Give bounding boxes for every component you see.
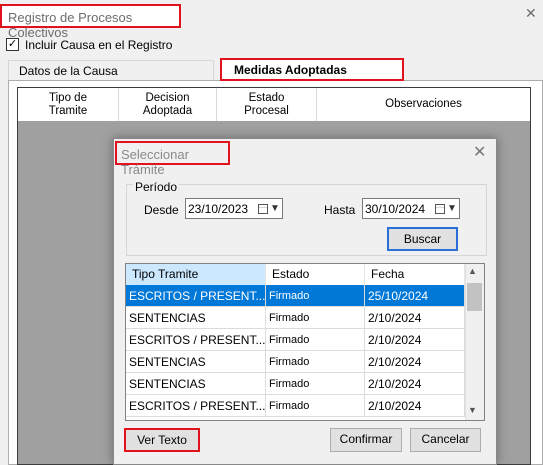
from-label: Desde — [144, 203, 179, 217]
list-rows: ESCRITOS / PRESENT... Firmado 25/10/2024… — [126, 285, 465, 417]
row-tipo: ESCRITOS / PRESENT... — [126, 395, 266, 416]
row-fecha: 2/10/2024 — [365, 395, 465, 416]
search-button[interactable]: Buscar — [387, 227, 458, 251]
grid-header-tipo[interactable]: Tipo de Tramite — [18, 88, 119, 121]
list-row[interactable]: ESCRITOS / PRESENT... Firmado 25/10/2024 — [126, 285, 465, 307]
grid-header: Tipo de Tramite Decision Adoptada Estado… — [18, 88, 530, 121]
tab-medidas-adoptadas[interactable]: Medidas Adoptadas — [220, 58, 404, 81]
list-row[interactable]: SENTENCIAS Firmado 2/10/2024 — [126, 351, 465, 373]
list-row[interactable]: SENTENCIAS Firmado 2/10/2024 — [126, 307, 465, 329]
row-estado: Firmado — [266, 329, 365, 350]
row-fecha: 25/10/2024 — [365, 285, 465, 306]
include-cause-checkbox[interactable]: ✓ — [6, 38, 19, 51]
row-estado: Firmado — [266, 395, 365, 416]
row-tipo: SENTENCIAS — [126, 351, 266, 372]
from-date-picker[interactable]: 23/10/2023 ▼ — [185, 198, 283, 219]
row-tipo: ESCRITOS / PRESENT... — [126, 285, 266, 306]
row-tipo: SENTENCIAS — [126, 307, 266, 328]
row-estado: Firmado — [266, 373, 365, 394]
close-icon[interactable]: ✕ — [525, 5, 537, 22]
list-row[interactable]: ESCRITOS / PRESENT... Firmado 2/10/2024 — [126, 395, 465, 417]
column-header-fecha[interactable]: Fecha — [365, 264, 465, 285]
scroll-up-icon[interactable]: ▲ — [468, 266, 477, 276]
row-fecha: 2/10/2024 — [365, 373, 465, 394]
to-label: Hasta — [324, 203, 356, 217]
calendar-dropdown-icon[interactable]: ▼ — [256, 200, 282, 217]
calendar-dropdown-icon[interactable]: ▼ — [433, 200, 459, 217]
row-estado: Firmado — [266, 307, 365, 328]
list-header: Tipo Tramite Estado Fecha — [126, 264, 465, 285]
include-cause-label: Incluir Causa en el Registro — [25, 38, 173, 52]
cancel-button[interactable]: Cancelar — [410, 428, 481, 452]
scrollbar-thumb[interactable] — [467, 283, 482, 311]
from-date-value: 23/10/2023 — [188, 201, 249, 216]
list-row[interactable]: ESCRITOS / PRESENT... Firmado 2/10/2024 — [126, 329, 465, 351]
grid-header-decision[interactable]: Decision Adoptada — [119, 88, 217, 121]
row-estado: Firmado — [266, 351, 365, 372]
view-text-button[interactable]: Ver Texto — [124, 428, 200, 452]
grid-header-estado[interactable]: Estado Procesal — [217, 88, 317, 121]
row-estado: Firmado — [266, 285, 365, 306]
confirm-button[interactable]: Confirmar — [330, 428, 402, 452]
row-fecha: 2/10/2024 — [365, 351, 465, 372]
column-header-estado[interactable]: Estado — [266, 264, 365, 285]
column-header-tipo[interactable]: Tipo Tramite — [126, 264, 266, 285]
grid-header-observaciones[interactable]: Observaciones — [317, 88, 530, 121]
tab-datos-causa[interactable]: Datos de la Causa — [8, 60, 214, 80]
window-title: Registro de Procesos Colectivos — [0, 4, 181, 40]
to-date-picker[interactable]: 30/10/2024 ▼ — [362, 198, 460, 219]
row-fecha: 2/10/2024 — [365, 329, 465, 350]
scroll-down-icon[interactable]: ▼ — [468, 405, 477, 415]
period-label: Período — [133, 180, 180, 194]
row-tipo: ESCRITOS / PRESENT... — [126, 329, 266, 350]
to-date-value: 30/10/2024 — [365, 201, 426, 216]
row-fecha: 2/10/2024 — [365, 307, 465, 328]
dialog-close-icon[interactable]: ✕ — [473, 142, 486, 162]
row-tipo: SENTENCIAS — [126, 373, 266, 394]
list-row[interactable]: SENTENCIAS Firmado 2/10/2024 — [126, 373, 465, 395]
dialog-title: Seleccionar Trámite — [115, 141, 230, 177]
